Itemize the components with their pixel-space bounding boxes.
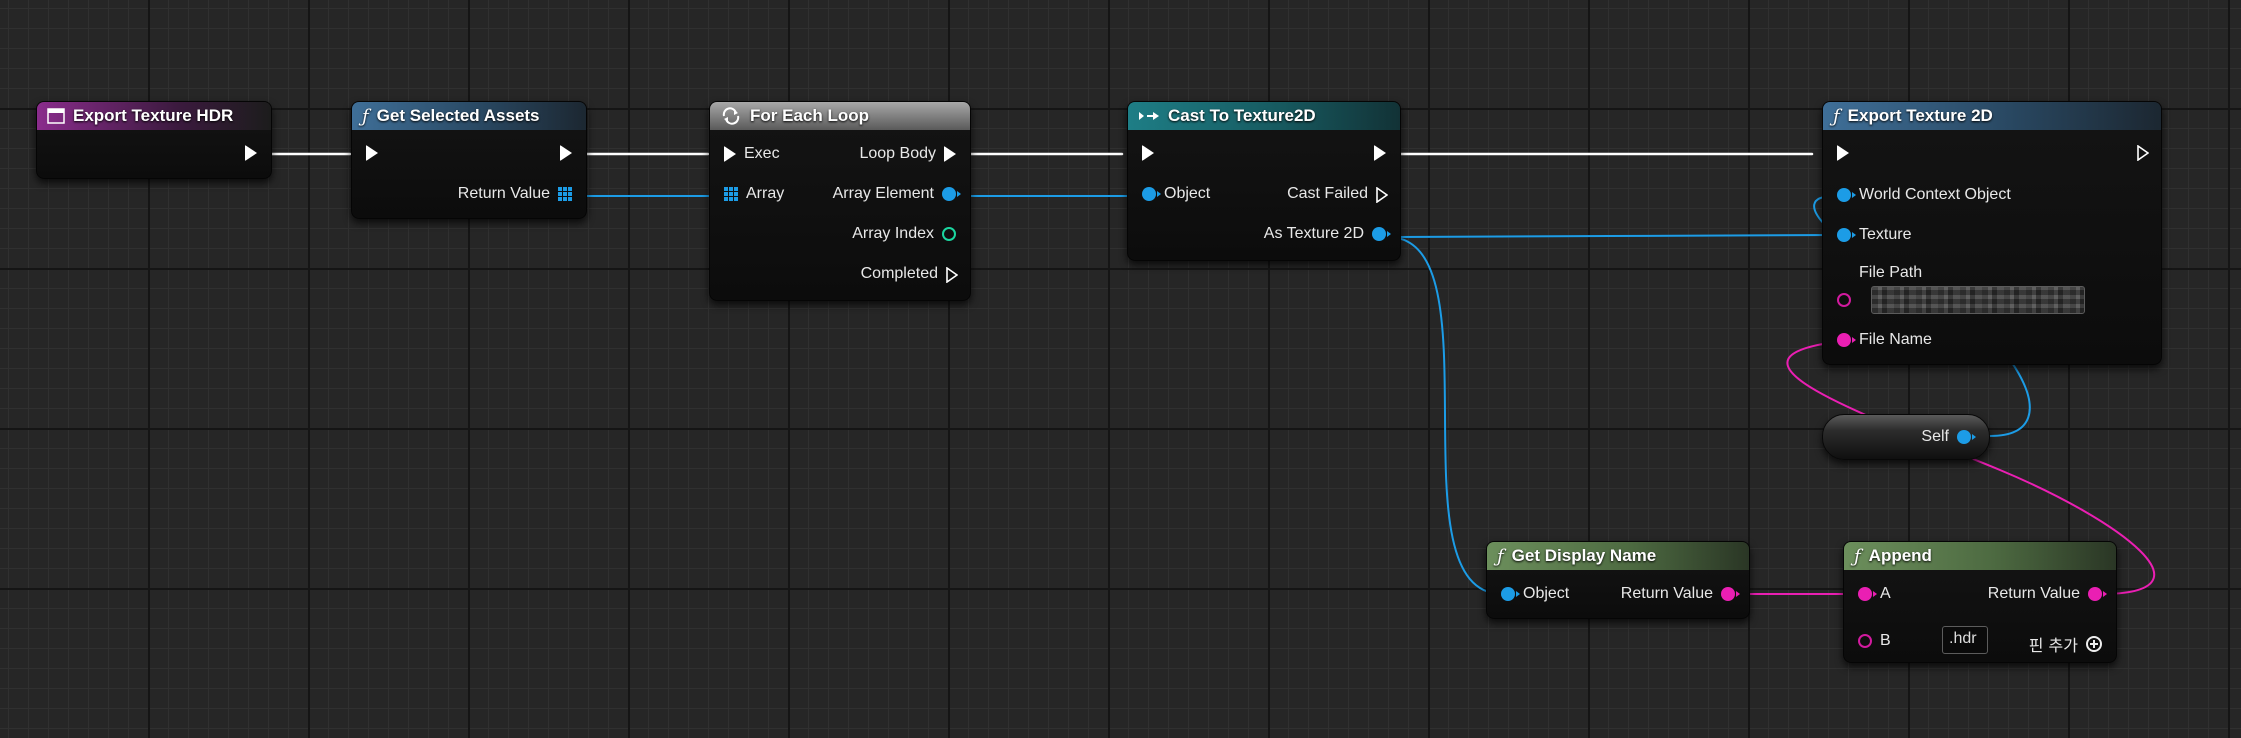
function-icon: ƒ [362, 105, 369, 127]
pin-label: Exec [744, 145, 780, 162]
exec-in-pin[interactable] [1142, 145, 1154, 161]
pin-label: Texture [1859, 226, 1912, 243]
pin-label: As Texture 2D [1263, 225, 1364, 242]
pin-label: A [1880, 585, 1891, 602]
cast-to-texture2d-node[interactable]: Cast To Texture2D Object Cast Failed As … [1127, 101, 1401, 261]
get-display-name-node[interactable]: ƒ Get Display Name Object Return Value [1486, 541, 1750, 619]
world-context-pin[interactable] [1837, 188, 1856, 202]
loop-body-pin[interactable] [944, 146, 956, 162]
exec-in-pin[interactable] [724, 146, 736, 162]
exec-out-pin[interactable] [1374, 145, 1386, 161]
pin-label: Array Index [852, 225, 934, 242]
node-title: For Each Loop [750, 106, 869, 125]
export-texture-2d-node[interactable]: ƒ Export Texture 2D World Context Object… [1822, 101, 2162, 365]
get-selected-assets-node[interactable]: ƒ Get Selected Assets Return Value [351, 101, 587, 219]
pin-label: Cast Failed [1287, 185, 1368, 202]
node-header: Export Texture HDR [37, 102, 271, 130]
node-header: Cast To Texture2D [1128, 102, 1400, 130]
pin-label: World Context Object [1859, 186, 2011, 203]
texture-pin[interactable] [1837, 228, 1856, 242]
pin-label: File Path [1859, 264, 1923, 281]
array-index-pin[interactable] [942, 227, 956, 241]
array-out-pin[interactable] [558, 187, 572, 201]
pin-label: Return Value [457, 185, 550, 202]
cast-icon [1138, 110, 1160, 122]
pin-label: Completed [860, 265, 938, 282]
self-out-pin[interactable] [1957, 430, 1976, 444]
return-value-pin[interactable] [1721, 587, 1740, 601]
array-in-pin[interactable] [724, 187, 738, 201]
function-icon: ƒ [1497, 545, 1504, 567]
pin-label: Object [1164, 185, 1211, 202]
for-each-loop-node[interactable]: For Each Loop Exec Loop Body Array Array… [709, 101, 971, 301]
node-header: For Each Loop [710, 102, 970, 130]
return-value-pin[interactable] [2088, 587, 2107, 601]
event-icon [47, 108, 65, 124]
node-header: ƒ Append [1844, 542, 2116, 570]
pin-label: Loop Body [859, 145, 936, 162]
texture-wire [1387, 234, 1837, 238]
self-node[interactable]: Self [1822, 414, 1990, 460]
add-pin-icon[interactable] [2086, 636, 2102, 652]
function-icon: ƒ [1833, 105, 1840, 127]
pin-label: Array Element [832, 185, 934, 202]
pin-label: Array [746, 185, 785, 202]
pin-label: Return Value [1987, 585, 2080, 602]
pin-label: B [1880, 632, 1891, 649]
exec-out-pin[interactable] [245, 145, 257, 161]
object-in-pin[interactable] [1142, 187, 1161, 201]
export-texture-hdr-node[interactable]: Export Texture HDR [36, 101, 272, 179]
object-in-pin[interactable] [1501, 587, 1520, 601]
add-pin-label: 핀 추가 [2028, 636, 2078, 655]
node-header: ƒ Get Selected Assets [352, 102, 586, 130]
pin-label: Self [1921, 428, 1949, 445]
node-title: Get Selected Assets [376, 106, 540, 125]
array-element-pin[interactable] [942, 187, 961, 201]
node-title: Get Display Name [1511, 546, 1657, 565]
node-title: Export Texture 2D [1847, 106, 1993, 125]
node-header: ƒ Get Display Name [1487, 542, 1749, 570]
as-texture-pin[interactable] [1372, 227, 1391, 241]
b-in-pin[interactable] [1858, 634, 1872, 648]
completed-pin[interactable] [946, 266, 959, 284]
node-title: Cast To Texture2D [1168, 106, 1316, 125]
function-icon: ƒ [1854, 545, 1861, 567]
texture-to-display-name-wire [1387, 236, 1503, 595]
cast-failed-pin[interactable] [1376, 186, 1389, 204]
file-path-pin[interactable] [1837, 293, 1851, 307]
file-name-pin[interactable] [1837, 333, 1856, 347]
exec-in-pin[interactable] [366, 145, 378, 161]
pin-label: File Name [1859, 331, 1932, 348]
b-value-input[interactable]: .hdr [1942, 626, 1988, 654]
file-path-input[interactable] [1871, 286, 2085, 314]
a-in-pin[interactable] [1858, 587, 1877, 601]
pin-label: Object [1523, 585, 1570, 602]
exec-in-pin[interactable] [1837, 145, 1849, 161]
node-title: Export Texture HDR [73, 106, 234, 125]
pin-label: Return Value [1620, 585, 1713, 602]
loop-icon [720, 107, 742, 125]
node-header: ƒ Export Texture 2D [1823, 102, 2161, 130]
append-node[interactable]: ƒ Append A Return Value B .hdr 핀 추가 [1843, 541, 2117, 663]
exec-out-pin[interactable] [560, 145, 572, 161]
node-title: Append [1868, 546, 1932, 565]
exec-out-pin[interactable] [2137, 144, 2150, 162]
